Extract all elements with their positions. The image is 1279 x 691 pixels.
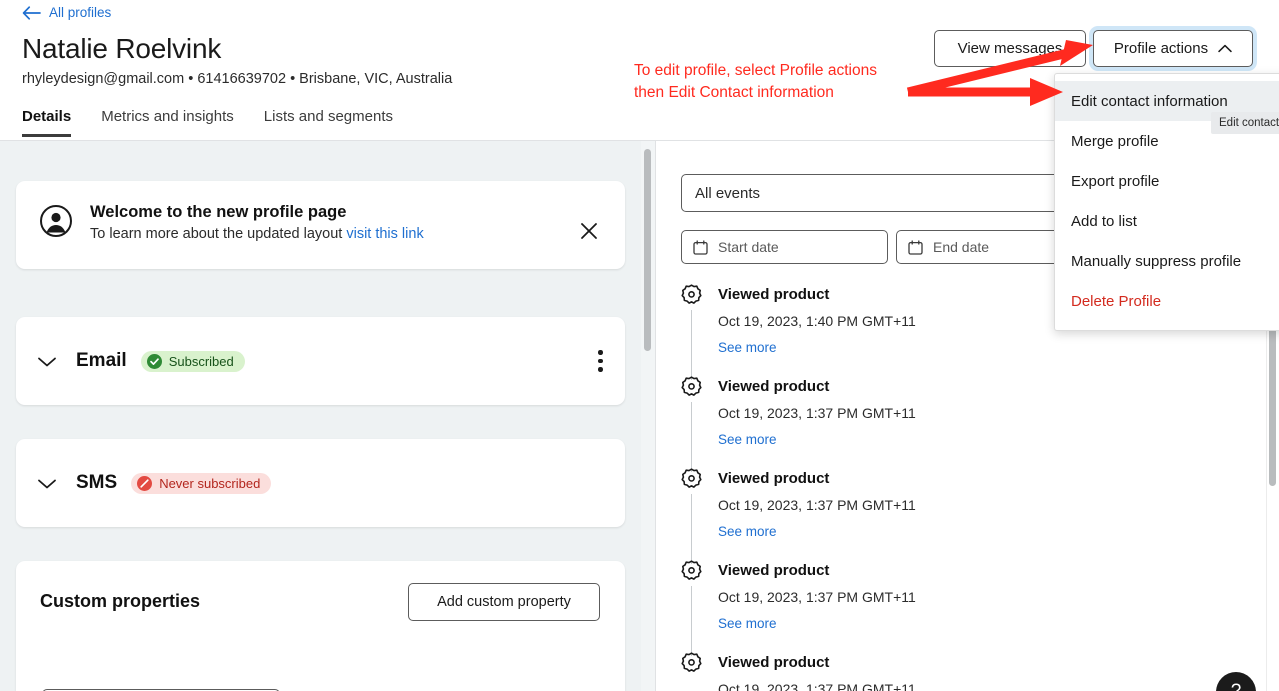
profile-actions-label: Profile actions bbox=[1113, 40, 1209, 57]
event-timestamp: Oct 19, 2023, 1:37 PM GMT+11 bbox=[718, 681, 916, 691]
gear-icon bbox=[681, 652, 702, 672]
tab-details[interactable]: Details bbox=[22, 108, 72, 137]
event-title: Viewed product bbox=[718, 654, 830, 671]
menu-item-label: Export profile bbox=[1071, 172, 1160, 190]
welcome-card-subtitle: To learn more about the updated layout v… bbox=[90, 226, 424, 242]
edit-contact-tooltip: Edit contact bbox=[1211, 112, 1279, 134]
close-icon[interactable] bbox=[580, 222, 598, 240]
menu-item-add-to-list[interactable]: Add to list bbox=[1055, 201, 1279, 241]
gear-icon bbox=[681, 468, 702, 488]
view-messages-button[interactable]: View messages bbox=[934, 30, 1086, 67]
timeline-connector bbox=[691, 586, 692, 656]
welcome-card-subtitle-text: To learn more about the updated layout bbox=[90, 226, 347, 242]
left-panel-scrollbar-thumb[interactable] bbox=[644, 149, 651, 351]
event-timestamp: Oct 19, 2023, 1:37 PM GMT+11 bbox=[718, 405, 916, 421]
see-more-link[interactable]: See more bbox=[718, 432, 777, 447]
profile-contact-summary: rhyleydesign@gmail.com • 61416639702 • B… bbox=[22, 71, 453, 87]
blocked-circle-icon bbox=[137, 475, 153, 491]
tab-lists-and-segments[interactable]: Lists and segments bbox=[264, 108, 393, 137]
event-timestamp: Oct 19, 2023, 1:37 PM GMT+11 bbox=[718, 589, 916, 605]
event-title: Viewed product bbox=[718, 562, 830, 579]
view-messages-label: View messages bbox=[957, 40, 1063, 57]
back-to-all-profiles-link[interactable]: All profiles bbox=[22, 5, 111, 20]
timeline-connector bbox=[691, 494, 692, 564]
timeline-connector bbox=[691, 402, 692, 472]
chevron-up-icon bbox=[1218, 44, 1232, 53]
event-type-filter-value: All events bbox=[695, 184, 761, 202]
annotation-text: To edit profile, select Profile actions … bbox=[634, 62, 877, 101]
email-channel-card: Email Subscribed bbox=[16, 317, 625, 405]
event-title: Viewed product bbox=[718, 470, 830, 487]
user-avatar-icon bbox=[40, 205, 72, 237]
sms-channel-label: SMS bbox=[76, 472, 118, 493]
see-more-link[interactable]: See more bbox=[718, 616, 777, 631]
start-date-placeholder: Start date bbox=[718, 239, 779, 255]
chevron-down-icon[interactable] bbox=[36, 355, 58, 368]
see-more-link[interactable]: See more bbox=[718, 340, 777, 355]
custom-properties-title: Custom properties bbox=[40, 591, 201, 611]
calendar-icon bbox=[693, 239, 708, 255]
add-custom-property-button[interactable]: Add custom property bbox=[408, 583, 600, 621]
email-status-label: Subscribed bbox=[168, 353, 234, 369]
start-date-field[interactable]: Start date bbox=[681, 230, 888, 264]
menu-item-export-profile[interactable]: Export profile bbox=[1055, 161, 1279, 201]
email-channel-label: Email bbox=[76, 350, 127, 371]
menu-item-label: Add to list bbox=[1071, 212, 1137, 230]
welcome-card-title: Welcome to the new profile page bbox=[90, 203, 347, 221]
timeline-event: Viewed product Oct 19, 2023, 1:37 PM GMT+… bbox=[681, 368, 1279, 472]
menu-item-delete-profile[interactable]: Delete Profile bbox=[1055, 281, 1279, 321]
menu-item-label: Manually suppress profile bbox=[1071, 252, 1242, 270]
see-more-link[interactable]: See more bbox=[718, 524, 777, 539]
profile-details-panel: Welcome to the new profile page To learn… bbox=[0, 141, 641, 691]
event-timestamp: Oct 19, 2023, 1:37 PM GMT+11 bbox=[718, 497, 916, 513]
event-title: Viewed product bbox=[718, 378, 830, 395]
sms-status-badge: Never subscribed bbox=[131, 472, 272, 494]
email-card-menu-button[interactable] bbox=[598, 350, 603, 372]
activity-timeline: Viewed product Oct 19, 2023, 1:40 PM GMT+… bbox=[681, 276, 1279, 691]
menu-item-label: Delete Profile bbox=[1071, 292, 1162, 310]
profile-tabs: Details Metrics and insights Lists and s… bbox=[22, 108, 393, 137]
sms-channel-card: SMS Never subscribed bbox=[16, 439, 625, 527]
tab-metrics-and-insights[interactable]: Metrics and insights bbox=[101, 108, 234, 137]
menu-item-manually-suppress-profile[interactable]: Manually suppress profile bbox=[1055, 241, 1279, 281]
gear-icon bbox=[681, 284, 702, 304]
check-circle-icon bbox=[146, 353, 162, 369]
page-title: Natalie Roelvink bbox=[22, 33, 222, 64]
email-status-badge: Subscribed bbox=[140, 350, 245, 372]
timeline-event: Viewed product Oct 19, 2023, 1:37 PM GMT+… bbox=[681, 552, 1279, 656]
menu-item-label: Merge profile bbox=[1071, 132, 1159, 150]
profile-page: All profiles Natalie Roelvink rhyleydesi… bbox=[0, 0, 1279, 691]
end-date-placeholder: End date bbox=[933, 239, 990, 255]
gear-icon bbox=[681, 376, 702, 396]
visit-this-link[interactable]: visit this link bbox=[346, 226, 423, 242]
profile-actions-button[interactable]: Profile actions bbox=[1093, 30, 1253, 67]
welcome-card: Welcome to the new profile page To learn… bbox=[16, 181, 625, 269]
menu-item-label: Edit contact information bbox=[1071, 92, 1228, 110]
chevron-down-icon[interactable] bbox=[36, 477, 58, 490]
sms-status-label: Never subscribed bbox=[159, 475, 261, 491]
calendar-icon bbox=[908, 239, 923, 255]
back-link-label: All profiles bbox=[49, 5, 112, 20]
timeline-event: Viewed product Oct 19, 2023, 1:37 PM GMT+… bbox=[681, 644, 1279, 691]
gear-icon bbox=[681, 560, 702, 580]
custom-properties-card: Custom properties Add custom property Cl… bbox=[16, 561, 625, 691]
arrow-left-icon bbox=[22, 5, 41, 20]
timeline-event: Viewed product Oct 19, 2023, 1:37 PM GMT+… bbox=[681, 460, 1279, 564]
timeline-connector bbox=[691, 310, 692, 380]
